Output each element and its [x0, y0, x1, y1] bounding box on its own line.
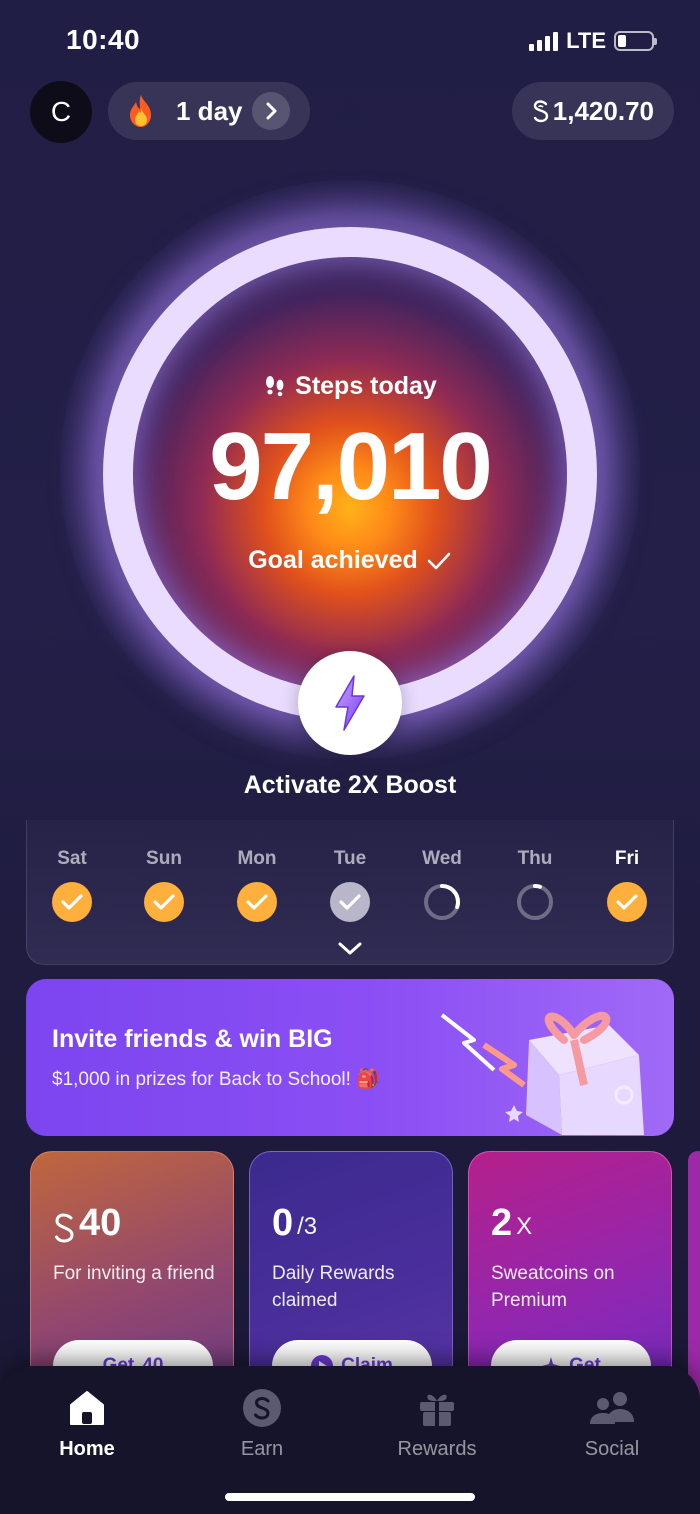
card-value: 0/3: [272, 1202, 317, 1245]
day-label: Sat: [57, 848, 87, 869]
card-value: 40: [53, 1202, 121, 1245]
day-mon[interactable]: Mon: [217, 848, 297, 922]
balance-value: 1,420.70: [552, 95, 654, 126]
streak-button[interactable]: 1 day: [108, 82, 310, 140]
day-wed[interactable]: Wed: [402, 848, 482, 922]
goal-status: Goal achieved: [0, 546, 700, 575]
day-label: Wed: [422, 848, 462, 869]
steps-count: 97,010: [209, 413, 493, 520]
sweatcoin-icon: [55, 1213, 74, 1243]
chevron-down-icon[interactable]: [336, 940, 364, 958]
day-label: Thu: [517, 848, 553, 869]
tab-earn[interactable]: Earn: [202, 1386, 322, 1461]
avatar[interactable]: C: [30, 81, 92, 143]
footprints-icon: [266, 375, 284, 396]
tab-label: Rewards: [397, 1438, 477, 1460]
steps-label-text: Steps today: [295, 372, 437, 400]
network-label: LTE: [566, 28, 606, 53]
boost-label[interactable]: Activate 2X Boost: [0, 771, 700, 800]
tab-home[interactable]: Home: [27, 1386, 147, 1461]
invite-banner[interactable]: Invite friends & win BIG $1,000 in prize…: [26, 979, 674, 1136]
card-value-number: 40: [79, 1202, 122, 1244]
card-value-number: 2: [491, 1202, 513, 1244]
sweatcoin-icon: [533, 100, 548, 123]
battery-icon: [614, 31, 657, 51]
balance-button[interactable]: 1,420.70: [511, 82, 674, 140]
gift-illustration: [440, 1011, 644, 1135]
chevron-right-icon: [252, 92, 290, 130]
invite-title: Invite friends & win BIG: [52, 1025, 333, 1053]
gift-icon: [377, 1386, 497, 1430]
card-value-number: 0: [272, 1202, 294, 1244]
card-value: 2X: [491, 1202, 532, 1245]
day-label: Sun: [146, 848, 182, 869]
tab-label: Social: [584, 1438, 640, 1460]
card-description: Daily Rewards claimed: [272, 1263, 395, 1311]
tab-label: Home: [59, 1438, 115, 1460]
day-sat[interactable]: Sat: [32, 848, 112, 922]
day-tue[interactable]: Tue: [310, 848, 390, 922]
day-thu[interactable]: Thu: [495, 848, 575, 922]
check-icon: [52, 882, 92, 922]
day-label: Tue: [333, 848, 367, 869]
goal-status-text: Goal achieved: [248, 546, 418, 574]
sweatcoin-icon: [202, 1386, 322, 1430]
flame-icon: [130, 95, 151, 127]
progress-ring-icon: [515, 882, 555, 922]
next-card-peek[interactable]: [688, 1151, 700, 1411]
card-description: Sweatcoins on Premium: [491, 1263, 615, 1311]
card-value-suffix: X: [516, 1213, 533, 1240]
check-icon: [330, 882, 370, 922]
card-value-suffix: /3: [297, 1213, 318, 1240]
day-label: Fri: [614, 848, 640, 869]
check-icon: [237, 882, 277, 922]
home-indicator[interactable]: [225, 1493, 475, 1501]
check-icon: [427, 552, 451, 569]
status-time: 10:40: [66, 24, 141, 55]
card-description: For inviting a friend: [53, 1263, 215, 1284]
streak-label: 1 day: [176, 95, 243, 126]
battery-level: [618, 35, 627, 47]
tab-bar: Home Earn Rewards Social: [0, 1366, 700, 1514]
tab-rewards[interactable]: Rewards: [377, 1386, 497, 1461]
boost-button[interactable]: [298, 651, 402, 755]
signal-icon: [529, 31, 559, 51]
day-sun[interactable]: Sun: [124, 848, 204, 922]
status-indicators: LTE: [529, 28, 657, 54]
status-bar: 10:40 LTE: [0, 0, 700, 80]
check-icon: [607, 882, 647, 922]
tab-social[interactable]: Social: [552, 1386, 672, 1461]
tab-label: Earn: [240, 1438, 284, 1460]
invite-subtitle: $1,000 in prizes for Back to School! 🎒: [52, 1069, 380, 1090]
progress-ring-icon: [422, 882, 462, 922]
check-icon: [144, 882, 184, 922]
day-fri[interactable]: Fri: [587, 848, 667, 922]
day-label: Mon: [237, 848, 277, 869]
steps-label: Steps today: [0, 372, 700, 401]
home-icon: [27, 1386, 147, 1430]
lightning-icon: [335, 675, 365, 731]
people-icon: [552, 1386, 672, 1430]
